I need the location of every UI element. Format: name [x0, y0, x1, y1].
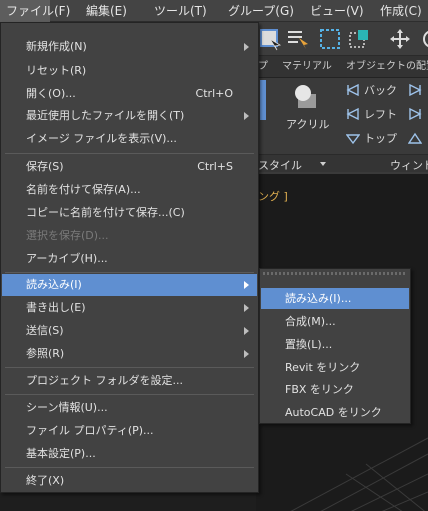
shortcut-label: Ctrl+S	[197, 160, 233, 173]
ribbon-tab-partial[interactable]: プ	[258, 56, 268, 78]
chevron-down-icon[interactable]	[320, 162, 326, 166]
move-icon[interactable]	[388, 27, 412, 51]
select-object-icon[interactable]	[258, 27, 282, 51]
menu-item-exit[interactable]: 終了(X)	[2, 470, 257, 492]
ribbon-tab-object-placement[interactable]: オブジェクトの配置	[346, 56, 428, 78]
menu-item-label: 最近使用したファイルを開く(T)	[26, 109, 185, 122]
menu-item-label: シーン情報(U)...	[26, 401, 108, 414]
top-view-icon	[345, 131, 361, 148]
menu-item-label: 書き出し(E)	[26, 301, 86, 314]
rotate-icon[interactable]	[420, 27, 428, 51]
acrylic-sphere-icon[interactable]	[292, 84, 320, 113]
menu-item-label: イメージ ファイルを表示(V)...	[26, 132, 177, 145]
viewport-label[interactable]: ング ]	[258, 188, 288, 204]
submenu-item-link-revit[interactable]: Revit をリンク	[261, 357, 409, 378]
submenu-item-import[interactable]: 読み込み(I)...	[261, 288, 409, 309]
view-icon-right-1	[408, 83, 422, 100]
menu-edit[interactable]: 編集(E)	[86, 0, 127, 22]
ribbon-tabs: プ マテリアル オブジェクトの配置	[256, 56, 428, 78]
ribbon-footer: スタイル ウィンド	[256, 154, 428, 172]
window-crossing-icon[interactable]	[348, 27, 372, 51]
import-submenu: 読み込み(I)... 合成(M)... 置換(L)... Revit をリンク …	[259, 268, 411, 424]
submenu-arrow-icon	[244, 281, 249, 289]
submenu-item-link-fbx[interactable]: FBX をリンク	[261, 379, 409, 400]
submenu-item-merge[interactable]: 合成(M)...	[261, 311, 409, 332]
menu-item-label: プロジェクト フォルダを設定...	[26, 374, 183, 387]
menu-item-label: 新規作成(N)	[26, 40, 87, 53]
ribbon-style-label[interactable]: スタイル	[258, 157, 302, 173]
menu-item-set-project-folder[interactable]: プロジェクト フォルダを設定...	[2, 370, 257, 392]
menu-item-file-properties[interactable]: ファイル プロパティ(P)...	[2, 420, 257, 442]
menu-item-reset[interactable]: リセット(R)	[2, 60, 257, 82]
view-icon-right-3	[407, 131, 423, 148]
view-back-label[interactable]: バック	[364, 82, 397, 98]
submenu-item-link-autocad[interactable]: AutoCAD をリンク	[261, 402, 409, 423]
menu-item-label: 選択を保存(D)...	[26, 229, 109, 242]
menu-item-import[interactable]: 読み込み(I)	[2, 274, 257, 296]
menu-tools[interactable]: ツール(T)	[154, 0, 207, 22]
menu-item-scene-info[interactable]: シーン情報(U)...	[2, 397, 257, 419]
menu-separator	[5, 153, 254, 154]
ribbon-tab-material[interactable]: マテリアル	[282, 56, 332, 78]
menu-item-label: 名前を付けて保存(A)...	[26, 183, 141, 196]
menu-separator	[5, 367, 254, 368]
menu-separator	[5, 394, 254, 395]
menu-item-label: 送信(S)	[26, 324, 64, 337]
ribbon-active-marker	[260, 80, 266, 120]
menu-item-archive[interactable]: アーカイブ(H)...	[2, 248, 257, 270]
back-view-icon	[346, 83, 360, 100]
menu-item-label: アーカイブ(H)...	[26, 252, 108, 265]
menu-item-open-recent[interactable]: 最近使用したファイルを開く(T)	[2, 105, 257, 127]
submenu-arrow-icon	[244, 350, 249, 358]
menu-item-send-to[interactable]: 送信(S)	[2, 320, 257, 342]
menubar: ファイル(F) 編集(E) ツール(T) グループ(G) ビュー(V) 作成(C…	[0, 0, 428, 22]
menu-item-label: リセット(R)	[26, 64, 87, 77]
rectangle-selection-icon[interactable]	[318, 27, 342, 51]
menu-item-save-selected: 選択を保存(D)...	[2, 225, 257, 247]
shortcut-label: Ctrl+O	[195, 87, 233, 100]
menu-item-reference[interactable]: 参照(R)	[2, 343, 257, 365]
menu-group[interactable]: グループ(G)	[228, 0, 294, 22]
menu-item-label: コピーに名前を付けて保存...(C)	[26, 206, 185, 219]
tearoff-grip-icon[interactable]	[263, 272, 407, 275]
left-view-icon	[346, 107, 360, 124]
select-by-name-icon[interactable]	[286, 27, 310, 51]
menu-view[interactable]: ビュー(V)	[310, 0, 364, 22]
menu-item-label: 開く(O)...	[26, 87, 76, 100]
view-left-label[interactable]: レフト	[364, 106, 397, 122]
grid-lines-icon	[290, 437, 428, 511]
submenu-item-replace[interactable]: 置換(L)...	[261, 334, 409, 355]
menu-item-save-copy-as[interactable]: コピーに名前を付けて保存...(C)	[2, 202, 257, 224]
main-toolbar	[256, 22, 428, 56]
menu-create[interactable]: 作成(C)	[380, 0, 422, 22]
menu-item-save-as[interactable]: 名前を付けて保存(A)...	[2, 179, 257, 201]
menu-item-label: 基本設定(P)...	[26, 447, 96, 460]
menu-item-label: 終了(X)	[26, 474, 65, 487]
menu-item-label: 保存(S)	[26, 160, 64, 173]
menu-item-label: 参照(R)	[26, 347, 65, 360]
submenu-arrow-icon	[244, 43, 249, 51]
menu-item-save[interactable]: 保存(S) Ctrl+S	[2, 156, 257, 178]
menu-item-view-image[interactable]: イメージ ファイルを表示(V)...	[2, 128, 257, 150]
menu-separator	[5, 272, 254, 273]
view-icon-right-2	[408, 107, 422, 124]
submenu-arrow-icon	[244, 327, 249, 335]
submenu-arrow-icon	[244, 112, 249, 120]
menu-item-label: 読み込み(I)	[26, 278, 82, 291]
ribbon-window-label[interactable]: ウィンド	[390, 157, 428, 173]
menu-file[interactable]: ファイル(F)	[0, 0, 70, 22]
menu-item-preferences[interactable]: 基本設定(P)...	[2, 443, 257, 465]
submenu-arrow-icon	[244, 304, 249, 312]
menu-item-export[interactable]: 書き出し(E)	[2, 297, 257, 319]
menu-item-new[interactable]: 新規作成(N)	[2, 36, 257, 58]
menu-separator	[5, 467, 254, 468]
acrylic-label[interactable]: アクリル	[286, 116, 329, 132]
menu-item-open[interactable]: 開く(O)... Ctrl+O	[2, 83, 257, 105]
file-menu: 新規作成(N) リセット(R) 開く(O)... Ctrl+O 最近使用したファイ…	[0, 22, 259, 493]
menu-item-label: ファイル プロパティ(P)...	[26, 424, 154, 437]
view-top-label[interactable]: トップ	[364, 130, 397, 146]
